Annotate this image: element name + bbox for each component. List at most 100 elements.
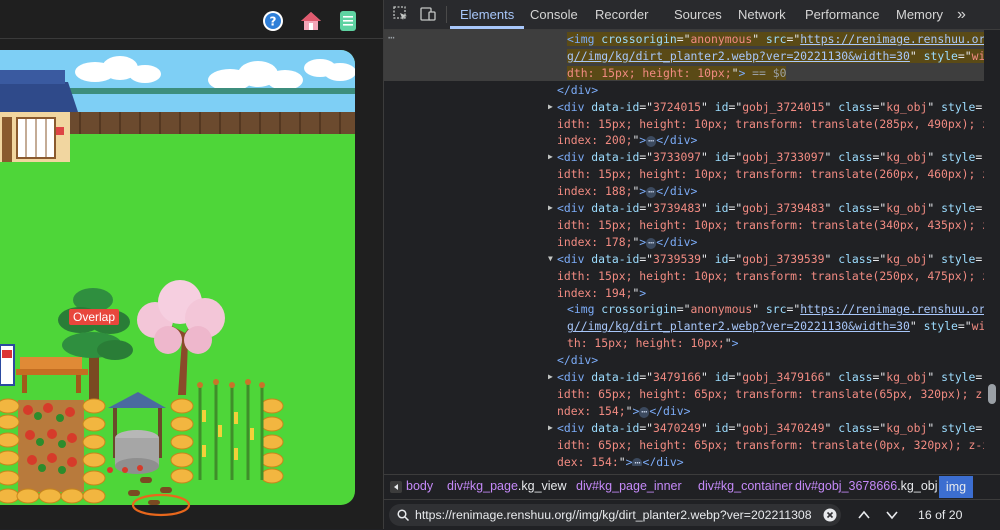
clear-search-icon[interactable] [823, 508, 837, 522]
tab-console[interactable]: Console [530, 0, 578, 29]
code-token[interactable]: g//img/kg/dirt_planter2.webp?ver=2022113… [567, 48, 910, 63]
breadcrumb-tag: div#gobj_3678666 [795, 479, 898, 493]
dom-node-line[interactable]: dth: 15px; height: 10px;"> == $0 [567, 65, 787, 82]
dom-node-line[interactable]: index: 188;"> ⋯ </div> [557, 183, 697, 200]
dom-node-line[interactable]: index: 194;"> [557, 285, 646, 302]
dom-node-line[interactable]: g//img/kg/dirt_planter2.webp?ver=2022113… [567, 318, 984, 335]
dom-node-line[interactable]: idth: 65px; height: 65px; transform: tra… [557, 437, 984, 454]
code-token: =" [786, 32, 801, 46]
code-token: =" [957, 48, 972, 63]
next-match-icon[interactable] [886, 510, 898, 520]
code-token: gobj_3724015 [742, 99, 825, 114]
dom-node-line[interactable]: index: 200;"> ⋯ </div> [557, 132, 697, 149]
dom-node-line[interactable]: idth: 65px; height: 65px; transform: tra… [557, 386, 984, 403]
dom-node-line[interactable]: ▶ <div data-id="3733097" id="gobj_3733097… [548, 149, 984, 166]
garden-scene[interactable]: Overlap [0, 50, 355, 505]
dom-node-line[interactable]: ▶ <div data-id="3470249" id="gobj_3470249… [548, 420, 984, 437]
code-token: </div> [557, 353, 599, 368]
tab-recorder[interactable]: Recorder [595, 0, 648, 29]
code-token: =" [872, 150, 887, 165]
code-token[interactable]: https://renimage.renshuu.or [800, 32, 984, 46]
code-token: > [639, 133, 647, 148]
scrollbar-thumb[interactable] [988, 384, 996, 404]
code-token: =" [786, 302, 801, 317]
breadcrumb-item[interactable]: div#gobj_3678666.kg_obj [795, 479, 938, 493]
dom-node-line[interactable]: </div> [557, 82, 598, 99]
breadcrumb-item[interactable]: div#kg_page_inner [576, 479, 682, 493]
code-token[interactable]: g//img/kg/dirt_planter2.webp?ver=2022113… [567, 319, 910, 333]
code-token[interactable]: https://renimage.renshuu.or [800, 302, 984, 316]
expand-arrow-icon[interactable]: ▶ [548, 369, 553, 386]
device-toolbar-icon[interactable] [420, 6, 436, 22]
code-token: > [731, 336, 739, 351]
dom-node-line[interactable]: index: 178;"> ⋯ </div> [557, 234, 697, 251]
node-actions-icon[interactable]: ⋯ [388, 30, 395, 47]
code-token: " [927, 201, 942, 215]
code-token: =" [728, 370, 743, 384]
help-icon[interactable]: ? [262, 10, 284, 32]
dom-node-line[interactable]: g//img/kg/dirt_planter2.webp?ver=2022113… [567, 48, 984, 65]
code-token: idth: 65px; height: 65px; transform: tra… [557, 386, 984, 401]
breadcrumb-item[interactable]: div#kg_container [698, 479, 793, 493]
dom-node-line[interactable]: ndex: 154;"> ⋯ </div> [557, 403, 690, 420]
code-token: 3733097 [653, 150, 702, 165]
dom-tree[interactable]: ⋯ <img crossorigin="anonymous" src="http… [384, 30, 984, 466]
collapsed-content-badge[interactable]: ⋯ [639, 406, 650, 418]
expand-arrow-icon[interactable]: ▶ [548, 200, 553, 217]
notes-icon[interactable] [337, 10, 359, 32]
dom-node-line[interactable]: idth: 15px; height: 10px; transform: tra… [557, 268, 984, 285]
collapse-arrow-icon[interactable]: ▼ [548, 251, 553, 268]
tab-elements[interactable]: Elements [460, 0, 514, 29]
tab-network[interactable]: Network [738, 0, 786, 29]
breadcrumb-scroll-left-icon[interactable] [390, 481, 402, 493]
breadcrumb-item[interactable]: div#kg_page.kg_view [447, 479, 567, 493]
collapsed-content-badge[interactable]: ⋯ [632, 457, 643, 466]
code-token: > [639, 234, 647, 249]
collapsed-content-badge[interactable]: ⋯ [646, 187, 657, 199]
code-token: data-id [591, 370, 640, 384]
dom-node-line[interactable]: ▶ <div data-id="3724015" id="gobj_3724015… [548, 99, 984, 116]
code-token: =" [872, 201, 887, 215]
dom-tree-scrollbar[interactable] [984, 30, 1000, 466]
dom-node-line[interactable]: th: 15px; height: 10px;"> [567, 335, 738, 352]
tab-memory[interactable]: Memory [896, 0, 943, 29]
dom-node-line[interactable]: idth: 15px; height: 10px; transform: tra… [557, 217, 984, 234]
code-token: " [701, 99, 715, 114]
breadcrumb-item[interactable]: body [406, 479, 433, 493]
tab-performance[interactable]: Performance [805, 0, 879, 29]
previous-match-icon[interactable] [858, 510, 870, 520]
code-token: " [701, 201, 715, 215]
dom-node-line[interactable]: dex: 154;"> ⋯ </div> [557, 454, 684, 466]
expand-arrow-icon[interactable]: ▶ [548, 149, 553, 166]
dom-node-line[interactable]: <img crossorigin="anonymous" src="https:… [567, 31, 984, 48]
breadcrumb-item-current[interactable]: img [939, 476, 973, 498]
inspect-element-icon[interactable] [393, 6, 409, 22]
more-tabs-button[interactable]: » [957, 0, 966, 29]
code-token: id [714, 370, 729, 384]
code-token: </div> [557, 82, 599, 97]
collapsed-content-badge[interactable]: ⋯ [646, 136, 657, 148]
code-token: anonymous [690, 302, 753, 317]
code-token: class [838, 99, 873, 114]
code-token: =" [728, 150, 743, 165]
dom-node-line[interactable]: ▶ <div data-id="3479166" id="gobj_3479166… [548, 369, 984, 386]
tab-sources[interactable]: Sources [674, 0, 722, 29]
code-token: =" [872, 420, 887, 435]
home-icon[interactable] [300, 10, 322, 32]
dom-node-line[interactable]: ▼ <div data-id="3739539" id="gobj_3739539… [548, 251, 984, 268]
dom-node-line[interactable]: idth: 15px; height: 10px; transform: tra… [557, 166, 984, 183]
code-token: class [838, 201, 873, 215]
bench-decoration [16, 357, 88, 393]
expand-arrow-icon[interactable]: ▶ [548, 99, 553, 116]
collapsed-content-badge[interactable]: ⋯ [646, 237, 657, 249]
code-token: " [927, 420, 942, 435]
expand-arrow-icon[interactable]: ▶ [548, 420, 553, 437]
dom-node-line[interactable]: </div> [557, 352, 598, 369]
code-token: idth: 65px; height: 65px; transform: tra… [557, 437, 984, 452]
dom-node-line[interactable]: ▶ <div data-id="3739483" id="gobj_3739483… [548, 200, 984, 217]
code-token: kg_obj [886, 150, 928, 165]
dom-node-line[interactable]: <img crossorigin="anonymous" src="https:… [567, 301, 984, 318]
dom-node-line[interactable]: idth: 15px; height: 10px; transform: tra… [557, 116, 984, 133]
dom-search-input[interactable]: https://renimage.renshuu.org//img/kg/dir… [389, 504, 841, 526]
code-token: " [824, 251, 839, 266]
